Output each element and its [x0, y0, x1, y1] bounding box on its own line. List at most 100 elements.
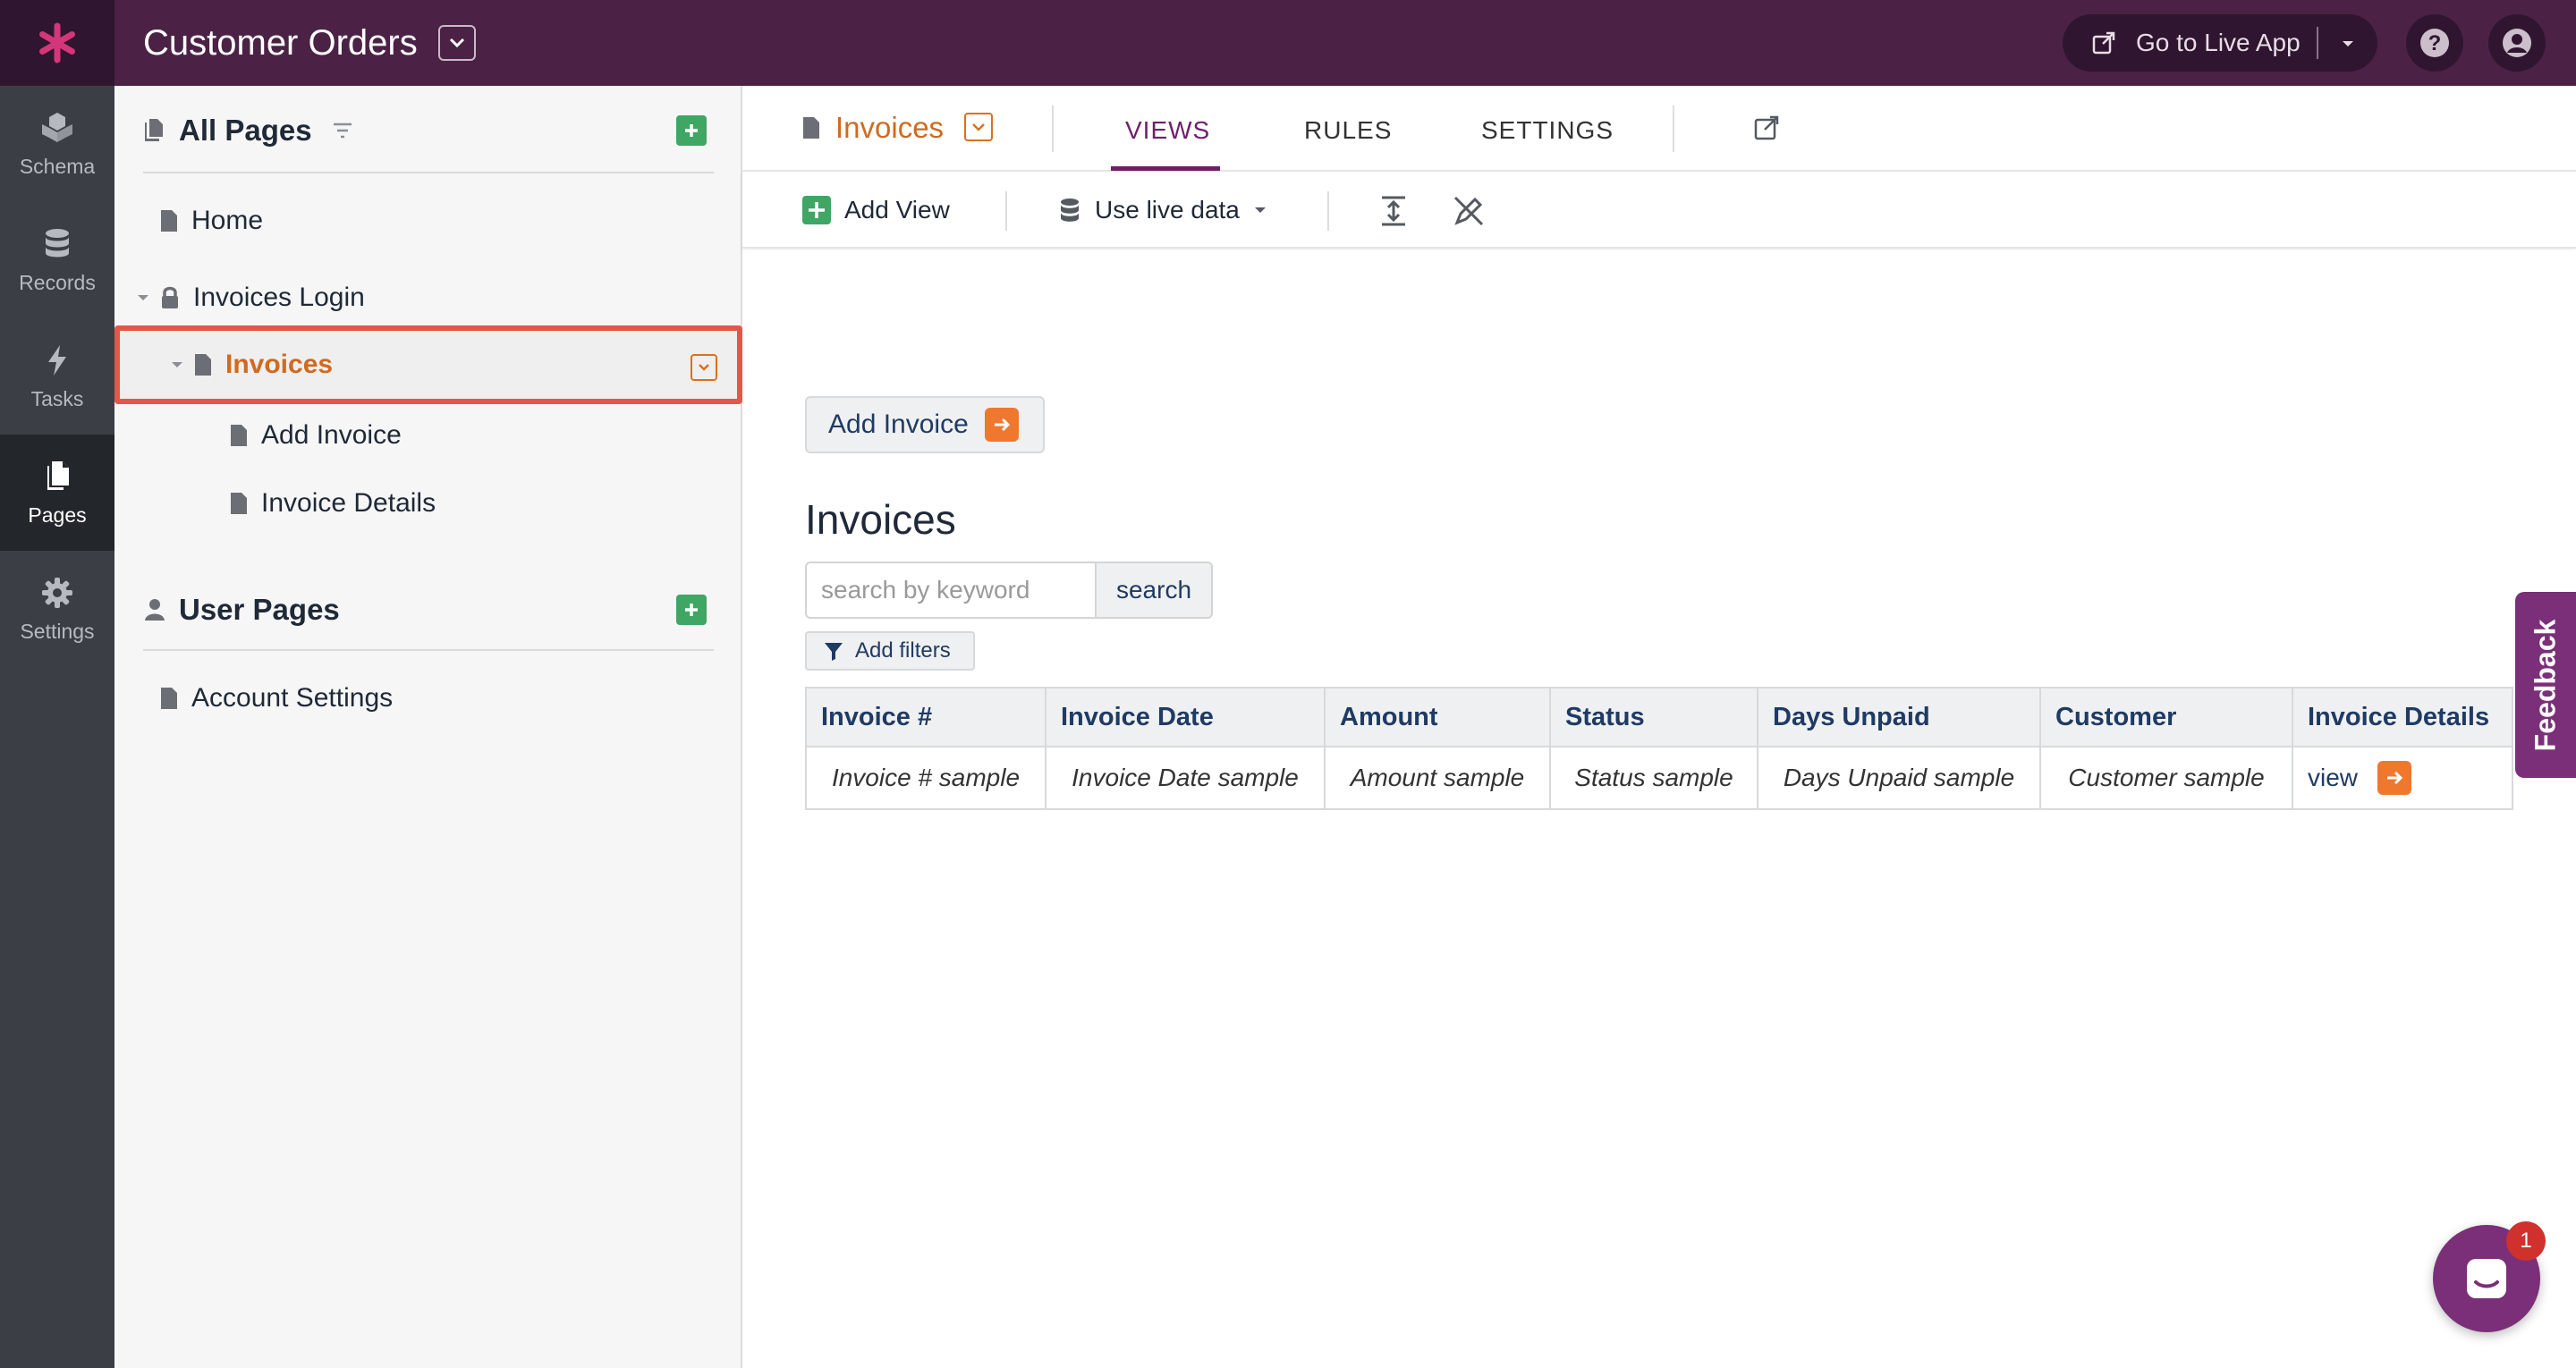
- search-bar: search: [805, 562, 1213, 619]
- pages-icon: [145, 119, 163, 141]
- page-item-label: Invoices: [225, 350, 334, 379]
- search-input[interactable]: [805, 562, 1095, 619]
- page-options-dropdown[interactable]: [691, 354, 717, 381]
- search-button[interactable]: search: [1095, 562, 1213, 619]
- page-item-invoice-details[interactable]: Invoice Details: [229, 481, 436, 526]
- add-page-button[interactable]: [676, 115, 707, 146]
- vertical-spacing-icon[interactable]: [1379, 195, 1408, 227]
- gear-icon: [42, 577, 72, 608]
- go-to-live-app-button[interactable]: Go to Live App: [2063, 14, 2377, 72]
- tab-settings[interactable]: SETTINGS: [1481, 113, 1614, 148]
- rail-item-tasks[interactable]: Tasks: [0, 318, 114, 435]
- pages-panel: All Pages Home Invoices Login Invoices A…: [114, 86, 742, 1368]
- add-invoice-label: Add Invoice: [828, 410, 969, 439]
- table-cell-view: view: [2292, 746, 2513, 810]
- rail-item-schema[interactable]: Schema: [0, 86, 114, 202]
- rail-item-records[interactable]: Records: [0, 202, 114, 318]
- invoices-table: Invoice # Invoice Date Amount Status Day…: [805, 687, 2513, 810]
- database-icon: [46, 228, 69, 257]
- svg-text:?: ?: [2428, 31, 2442, 55]
- page-item-invoices[interactable]: Invoices: [170, 342, 333, 387]
- add-user-page-button[interactable]: [676, 595, 707, 625]
- add-view-button[interactable]: Add View: [801, 190, 950, 231]
- page-item-invoices-login[interactable]: Invoices Login: [136, 275, 365, 320]
- live-data-toggle[interactable]: Use live data: [1057, 190, 1268, 231]
- page-canvas: Add Invoice Invoices search Add filters …: [742, 250, 2576, 1368]
- column-header[interactable]: Customer: [2039, 687, 2293, 747]
- table-row: Invoice # sample Invoice Date sample Amo…: [805, 746, 2513, 810]
- views-toolbar: Add View Use live data: [742, 172, 2576, 249]
- rail-label: Schema: [19, 154, 96, 178]
- rail-label: Settings: [20, 619, 95, 643]
- bolt-icon: [48, 344, 66, 376]
- page-item-invoices-selected[interactable]: Invoices: [114, 325, 742, 404]
- rail-label: Records: [19, 270, 96, 294]
- page-icon: [195, 354, 211, 376]
- app-logo[interactable]: [0, 0, 114, 86]
- open-page-external-icon[interactable]: [1753, 114, 1780, 141]
- column-header[interactable]: Amount: [1324, 687, 1551, 747]
- table-cell: Days Unpaid sample: [1757, 746, 2041, 810]
- view-link[interactable]: view: [2308, 764, 2358, 791]
- help-button[interactable]: ?: [2406, 14, 2463, 72]
- caret-down-icon[interactable]: [136, 291, 150, 305]
- feedback-tab[interactable]: Feedback: [2515, 592, 2576, 778]
- column-header[interactable]: Invoice Date: [1045, 687, 1326, 747]
- table-cell: Invoice # sample: [805, 746, 1046, 810]
- tab-rules[interactable]: RULES: [1304, 113, 1392, 148]
- page-item-label: Add Invoice: [261, 420, 402, 450]
- page-icon: [231, 493, 247, 514]
- column-header[interactable]: Status: [1549, 687, 1758, 747]
- page-editor-header: Invoices VIEWS RULES SETTINGS: [742, 86, 2576, 172]
- user-avatar-icon: [2503, 29, 2531, 57]
- column-header[interactable]: Days Unpaid: [1757, 687, 2041, 747]
- caret-down-icon[interactable]: [2338, 34, 2358, 54]
- page-item-add-invoice[interactable]: Add Invoice: [229, 413, 402, 458]
- rail-label: Tasks: [30, 386, 84, 410]
- chevron-down-icon: [699, 364, 709, 371]
- page-item-label: Invoice Details: [261, 488, 436, 518]
- page-item-account-settings[interactable]: Account Settings: [159, 676, 393, 721]
- chevron-down-icon: [449, 38, 465, 48]
- arrow-right-icon[interactable]: [2377, 761, 2411, 795]
- column-header[interactable]: Invoice Details: [2292, 687, 2513, 747]
- table-cell: Invoice Date sample: [1045, 746, 1326, 810]
- divider: [2317, 27, 2318, 59]
- user-pages-header: User Pages: [143, 583, 714, 637]
- all-pages-header: All Pages: [143, 104, 714, 157]
- rail-item-settings[interactable]: Settings: [0, 551, 114, 667]
- add-filters-button[interactable]: Add filters: [805, 631, 975, 671]
- plus-icon: [802, 196, 831, 224]
- current-page-label: Invoices: [835, 111, 945, 144]
- filter-icon: [825, 643, 843, 661]
- tab-views[interactable]: VIEWS: [1125, 113, 1210, 148]
- plus-icon: [685, 124, 698, 137]
- chat-icon: [2467, 1259, 2506, 1298]
- filter-sort-icon[interactable]: [332, 122, 353, 139]
- feedback-label: Feedback: [2529, 619, 2562, 751]
- divider: [1052, 106, 1054, 152]
- page-name-dropdown[interactable]: [964, 113, 993, 141]
- page-item-home[interactable]: Home: [159, 198, 263, 243]
- column-header[interactable]: Invoice #: [805, 687, 1046, 747]
- page-item-label: Account Settings: [191, 683, 394, 713]
- caret-down-icon[interactable]: [170, 358, 184, 372]
- add-invoice-button[interactable]: Add Invoice: [805, 396, 1045, 453]
- chat-unread-badge: 1: [2506, 1221, 2546, 1261]
- table-cell: Customer sample: [2039, 746, 2293, 810]
- account-button[interactable]: [2488, 14, 2546, 72]
- top-bar: Customer Orders Go to Live App ?: [0, 0, 2576, 86]
- invoices-heading: Invoices: [805, 496, 956, 543]
- divider: [1673, 106, 1674, 152]
- app-menu-dropdown[interactable]: [438, 25, 476, 61]
- design-tools-icon[interactable]: [1453, 195, 1485, 227]
- rail-item-pages[interactable]: Pages: [0, 435, 114, 551]
- database-icon: [1061, 198, 1079, 222]
- table-cell: Amount sample: [1324, 746, 1551, 810]
- current-page-name: Invoices: [801, 107, 944, 148]
- go-to-live-app-label: Go to Live App: [2136, 29, 2301, 56]
- add-view-label: Add View: [844, 196, 950, 224]
- page-item-label: Home: [191, 206, 264, 235]
- external-link-icon: [2092, 31, 2115, 55]
- pages-icon: [47, 460, 69, 490]
